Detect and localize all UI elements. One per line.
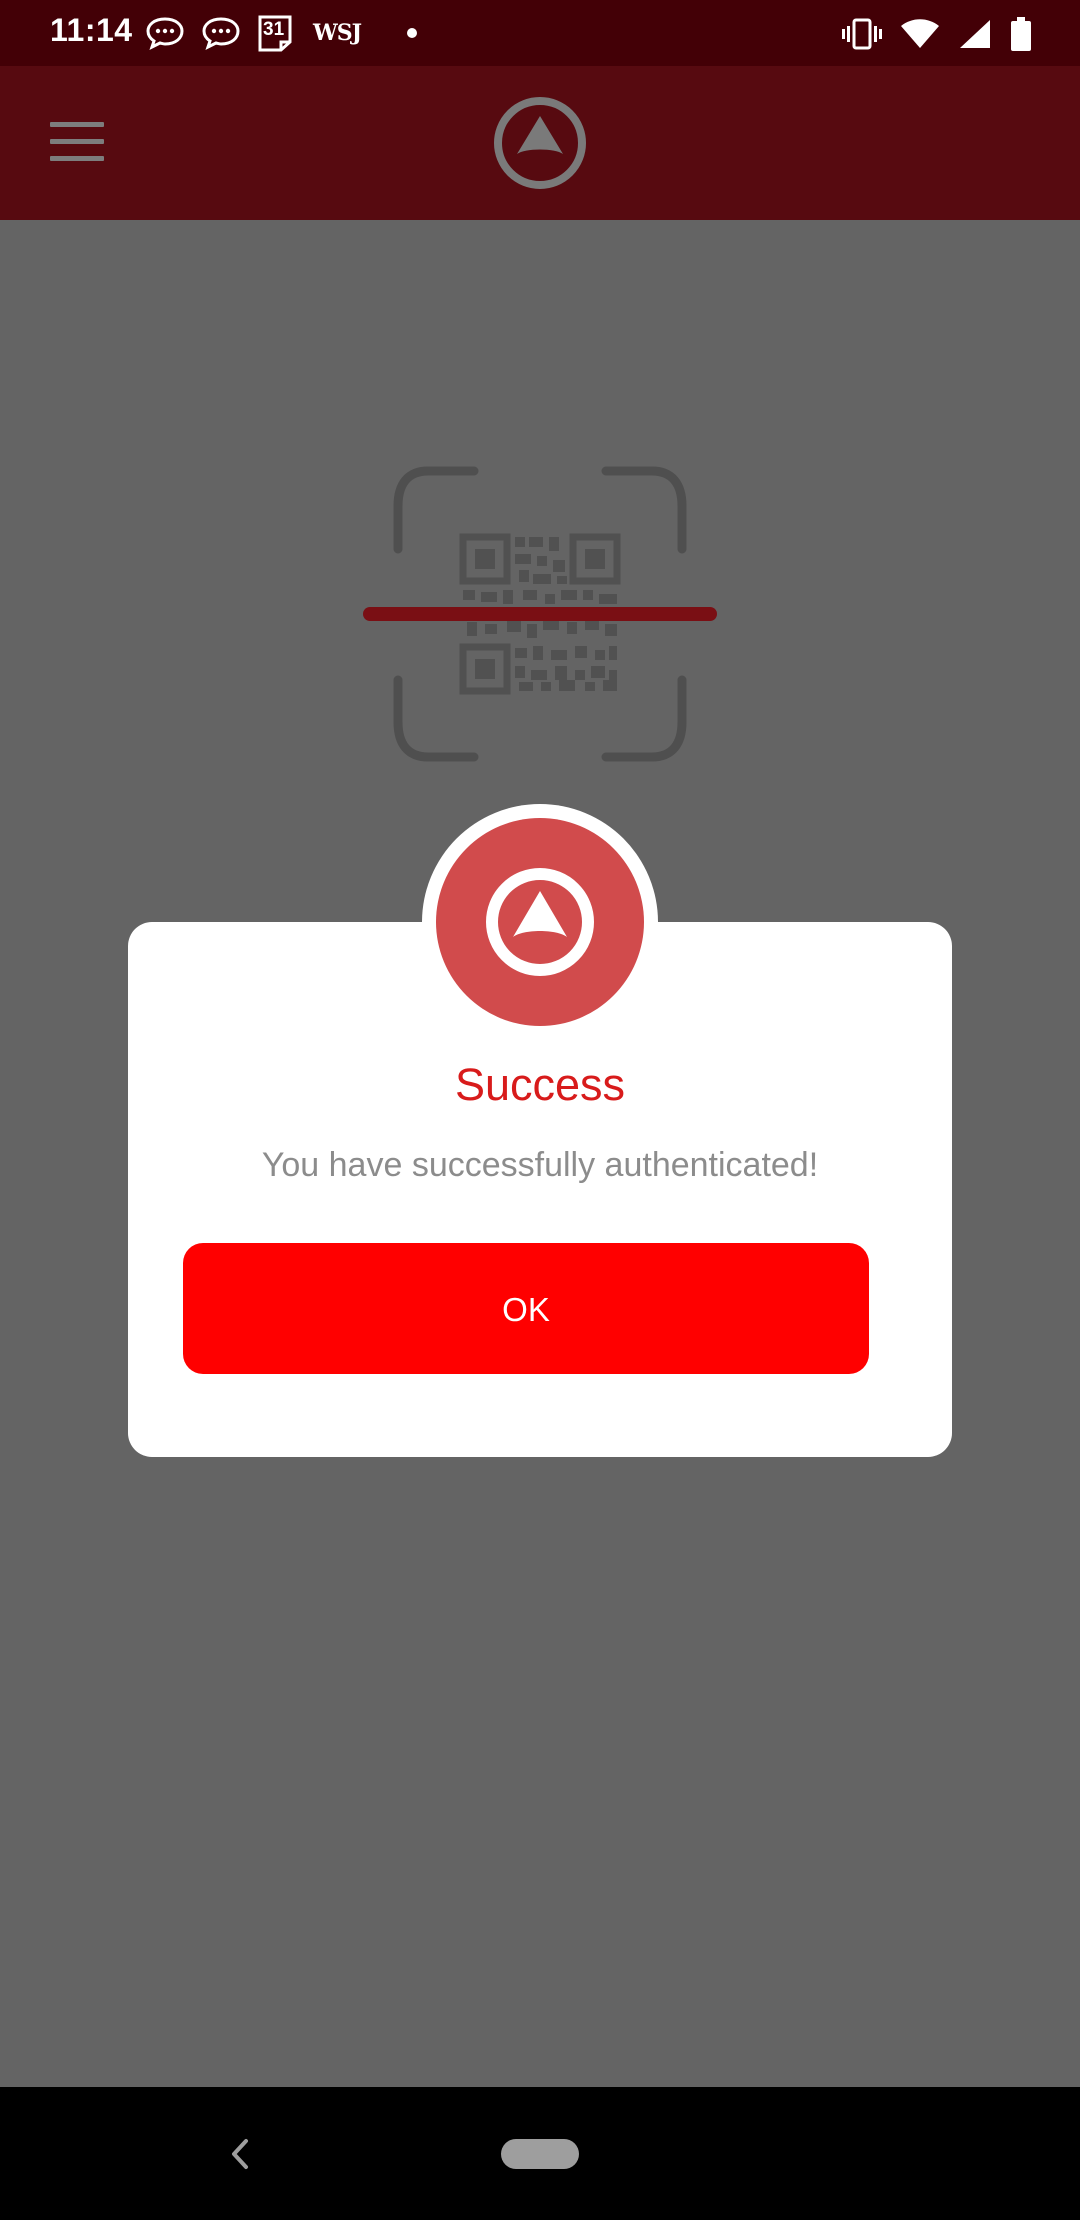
dialog-badge	[422, 804, 658, 1040]
app-logo-icon	[493, 96, 587, 190]
dialog-message: You have successfully authenticated!	[261, 1146, 819, 1184]
wsj-icon: WSJ	[313, 20, 362, 46]
ok-button[interactable]: OK	[183, 1243, 869, 1374]
home-pill-icon[interactable]	[501, 2139, 579, 2169]
status-bar: 11:14 31 WSJ	[0, 0, 1080, 66]
status-time: 11:14	[50, 12, 133, 48]
wifi-icon	[900, 18, 940, 50]
calendar-icon: 31	[257, 14, 293, 52]
app-logo-icon	[436, 818, 644, 1026]
vibrate-icon	[842, 18, 882, 50]
hamburger-menu-icon[interactable]	[50, 122, 104, 164]
status-icons-left: 31 WSJ	[145, 12, 418, 54]
screen: 11:14 31 WSJ Success You have successful…	[0, 0, 1080, 2220]
navigation-bar	[0, 2087, 1080, 2220]
chat-bubble-icon	[145, 16, 185, 50]
calendar-day: 31	[263, 19, 285, 40]
status-icons-right	[842, 14, 1032, 54]
app-bar	[0, 66, 1080, 220]
cell-signal-icon	[958, 18, 992, 50]
battery-icon	[1010, 17, 1032, 51]
chat-bubble-icon	[201, 16, 241, 50]
qr-code-scan-icon	[363, 466, 717, 762]
notification-dot-icon	[407, 28, 418, 38]
back-chevron-icon[interactable]	[226, 2137, 256, 2171]
dialog-title: Success	[454, 1059, 626, 1110]
